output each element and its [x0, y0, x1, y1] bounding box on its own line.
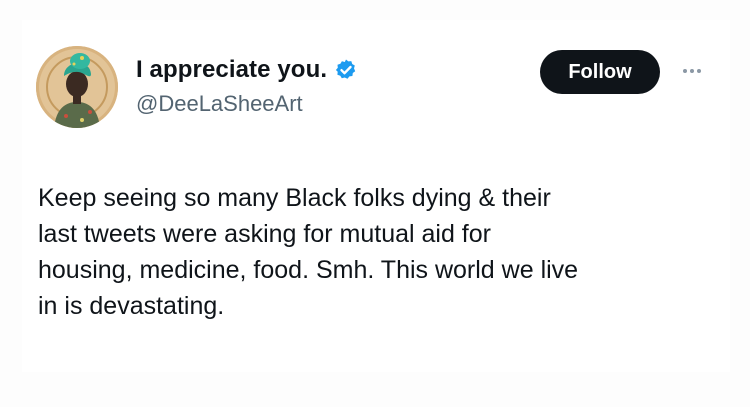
- author-handle[interactable]: @DeeLaSheeArt: [136, 91, 303, 117]
- display-name[interactable]: I appreciate you.: [136, 56, 327, 84]
- avatar[interactable]: [36, 46, 118, 128]
- verified-badge-icon: [334, 58, 358, 82]
- dot: [697, 69, 701, 73]
- more-options-icon[interactable]: [676, 64, 708, 78]
- tweet-text-line: last tweets were asking for mutual aid f…: [38, 220, 491, 248]
- tweet-text: Keep seeing so many Black folks dying & …: [38, 180, 718, 324]
- dot: [690, 69, 694, 73]
- page: I appreciate you. @DeeLaSheeArt Follow K…: [0, 0, 750, 407]
- tweet-text-line: housing, medicine, food. Smh. This world…: [38, 256, 579, 284]
- author-name-row: I appreciate you.: [136, 56, 358, 84]
- avatar-illustration: [36, 46, 118, 128]
- dot: [683, 69, 687, 73]
- tweet-text-line: in is devastating.: [38, 292, 225, 320]
- tweet-card: I appreciate you. @DeeLaSheeArt Follow K…: [22, 20, 730, 372]
- tweet-text-line: Keep seeing so many Black folks dying & …: [38, 184, 551, 212]
- follow-button[interactable]: Follow: [540, 50, 660, 94]
